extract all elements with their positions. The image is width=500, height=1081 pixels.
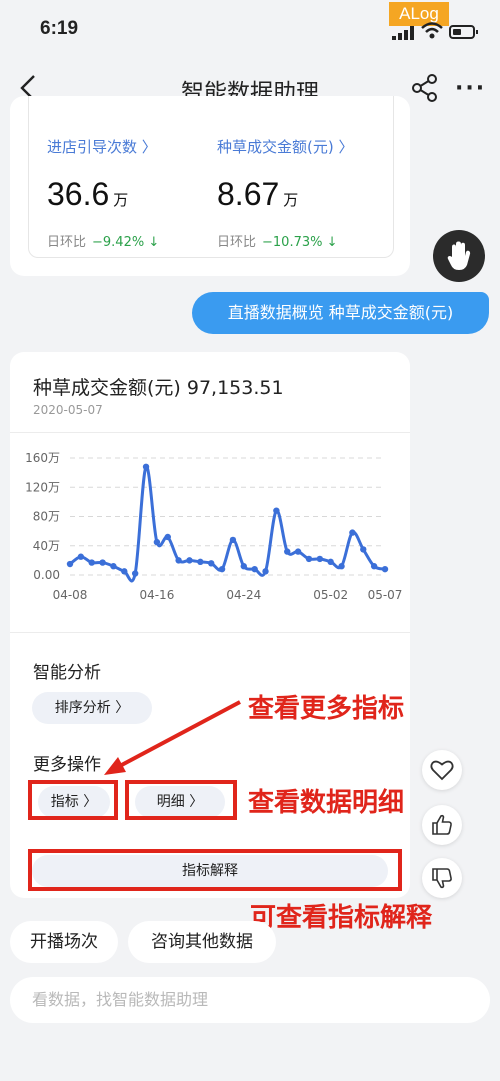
annotation-view-explain: 可查看指标解释	[250, 903, 433, 933]
message-input[interactable]: 看数据，找智能数据助理	[10, 977, 490, 1023]
annotation-more-indicators: 查看更多指标	[248, 694, 405, 724]
suggestion-chip[interactable]: 咨询其他数据	[128, 921, 276, 963]
annotation-view-detail: 查看数据明细	[248, 788, 405, 818]
suggestion-chip[interactable]: 开播场次	[10, 921, 118, 963]
